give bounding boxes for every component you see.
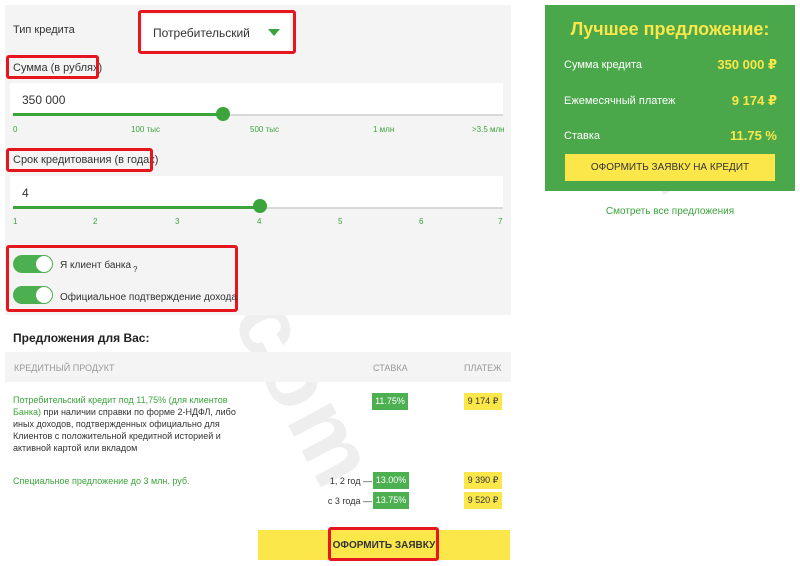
credit-type-label: Тип кредита xyxy=(13,24,75,36)
amount-tick: 100 тыс xyxy=(131,125,160,134)
toggle-knob xyxy=(36,256,52,272)
term-value: 4 xyxy=(22,186,29,200)
best-amount-label: Сумма кредита xyxy=(564,59,643,71)
term-tick: 4 xyxy=(257,217,262,226)
period-label: 1, 2 год — xyxy=(329,476,372,486)
income-toggle[interactable] xyxy=(13,286,53,304)
amount-value: 350 000 xyxy=(22,93,66,107)
term-tick: 5 xyxy=(338,217,343,226)
term-tick: 1 xyxy=(13,217,18,226)
amount-tick: 0 xyxy=(13,125,18,134)
offer-rate-badge: 13.00% xyxy=(373,472,409,489)
offers-title: Предложения для Вас: xyxy=(13,331,150,345)
best-rate-value: 11.75 % xyxy=(730,128,777,143)
best-payment-value: 9 174 ₽ xyxy=(731,93,777,108)
offer-rate-badge: 11.75% xyxy=(372,393,408,410)
highlight-term-label xyxy=(6,148,153,172)
client-toggle[interactable] xyxy=(13,255,53,273)
toggle-knob xyxy=(36,287,52,303)
apply-credit-button[interactable]: Оформить заявку на кредит xyxy=(565,154,775,181)
offer-payment-badge: 9 520 ₽ xyxy=(464,492,502,509)
amount-slider-handle[interactable] xyxy=(216,107,230,121)
offer-rate-badge: 13.75% xyxy=(373,492,409,509)
term-tick: 2 xyxy=(93,217,98,226)
special-offer-link[interactable]: Специальное предложение до 3 млн. руб. xyxy=(13,476,190,486)
col-payment: ПЛАТЕЖ xyxy=(464,363,502,373)
highlight-credit-type xyxy=(138,10,296,54)
offer-payment-badge: 9 174 ₽ xyxy=(464,393,502,410)
offer-row-product: Потребительский кредит под 11,75% (для к… xyxy=(13,394,243,454)
offer-product-text: при наличии справки по форме 2-НДФЛ, либ… xyxy=(13,407,236,453)
income-toggle-label: Официальное подтверждение дохода xyxy=(60,292,237,303)
best-offer-title: Лучшее предложение: xyxy=(570,19,770,39)
offers-table-header: КРЕДИТНЫЙ ПРОДУКТ СТАВКА ПЛАТЕЖ xyxy=(5,352,511,382)
client-toggle-label: Я клиент банка xyxy=(60,260,132,271)
highlight-apply-button xyxy=(328,527,439,561)
all-offers-link[interactable]: Смотреть все предложения xyxy=(545,206,795,217)
term-tick: 7 xyxy=(498,217,503,226)
term-slider-handle[interactable] xyxy=(253,199,267,213)
offer-payment-badge: 9 390 ₽ xyxy=(464,472,502,489)
best-rate-label: Ставка xyxy=(564,130,600,142)
highlight-amount-label xyxy=(6,55,99,79)
amount-slider-fill xyxy=(13,113,223,116)
term-slider-fill xyxy=(13,206,260,209)
col-product: КРЕДИТНЫЙ ПРОДУКТ xyxy=(14,363,115,373)
best-payment-label: Ежемесячный платеж xyxy=(564,95,676,107)
best-amount-value: 350 000 ₽ xyxy=(717,57,777,72)
term-tick: 6 xyxy=(419,217,424,226)
term-tick: 3 xyxy=(175,217,180,226)
amount-input[interactable]: 350 000 xyxy=(10,83,503,115)
amount-tick: 500 тыс xyxy=(250,125,279,134)
col-rate: СТАВКА xyxy=(373,363,408,373)
help-icon[interactable]: ? xyxy=(133,265,137,274)
best-offer-panel: Лучшее предложение: Сумма кредита 350 00… xyxy=(545,5,795,191)
period-label: с 3 года — xyxy=(327,496,372,506)
amount-tick: 1 млн xyxy=(373,125,395,134)
amount-tick: >3.5 млн xyxy=(472,125,505,134)
